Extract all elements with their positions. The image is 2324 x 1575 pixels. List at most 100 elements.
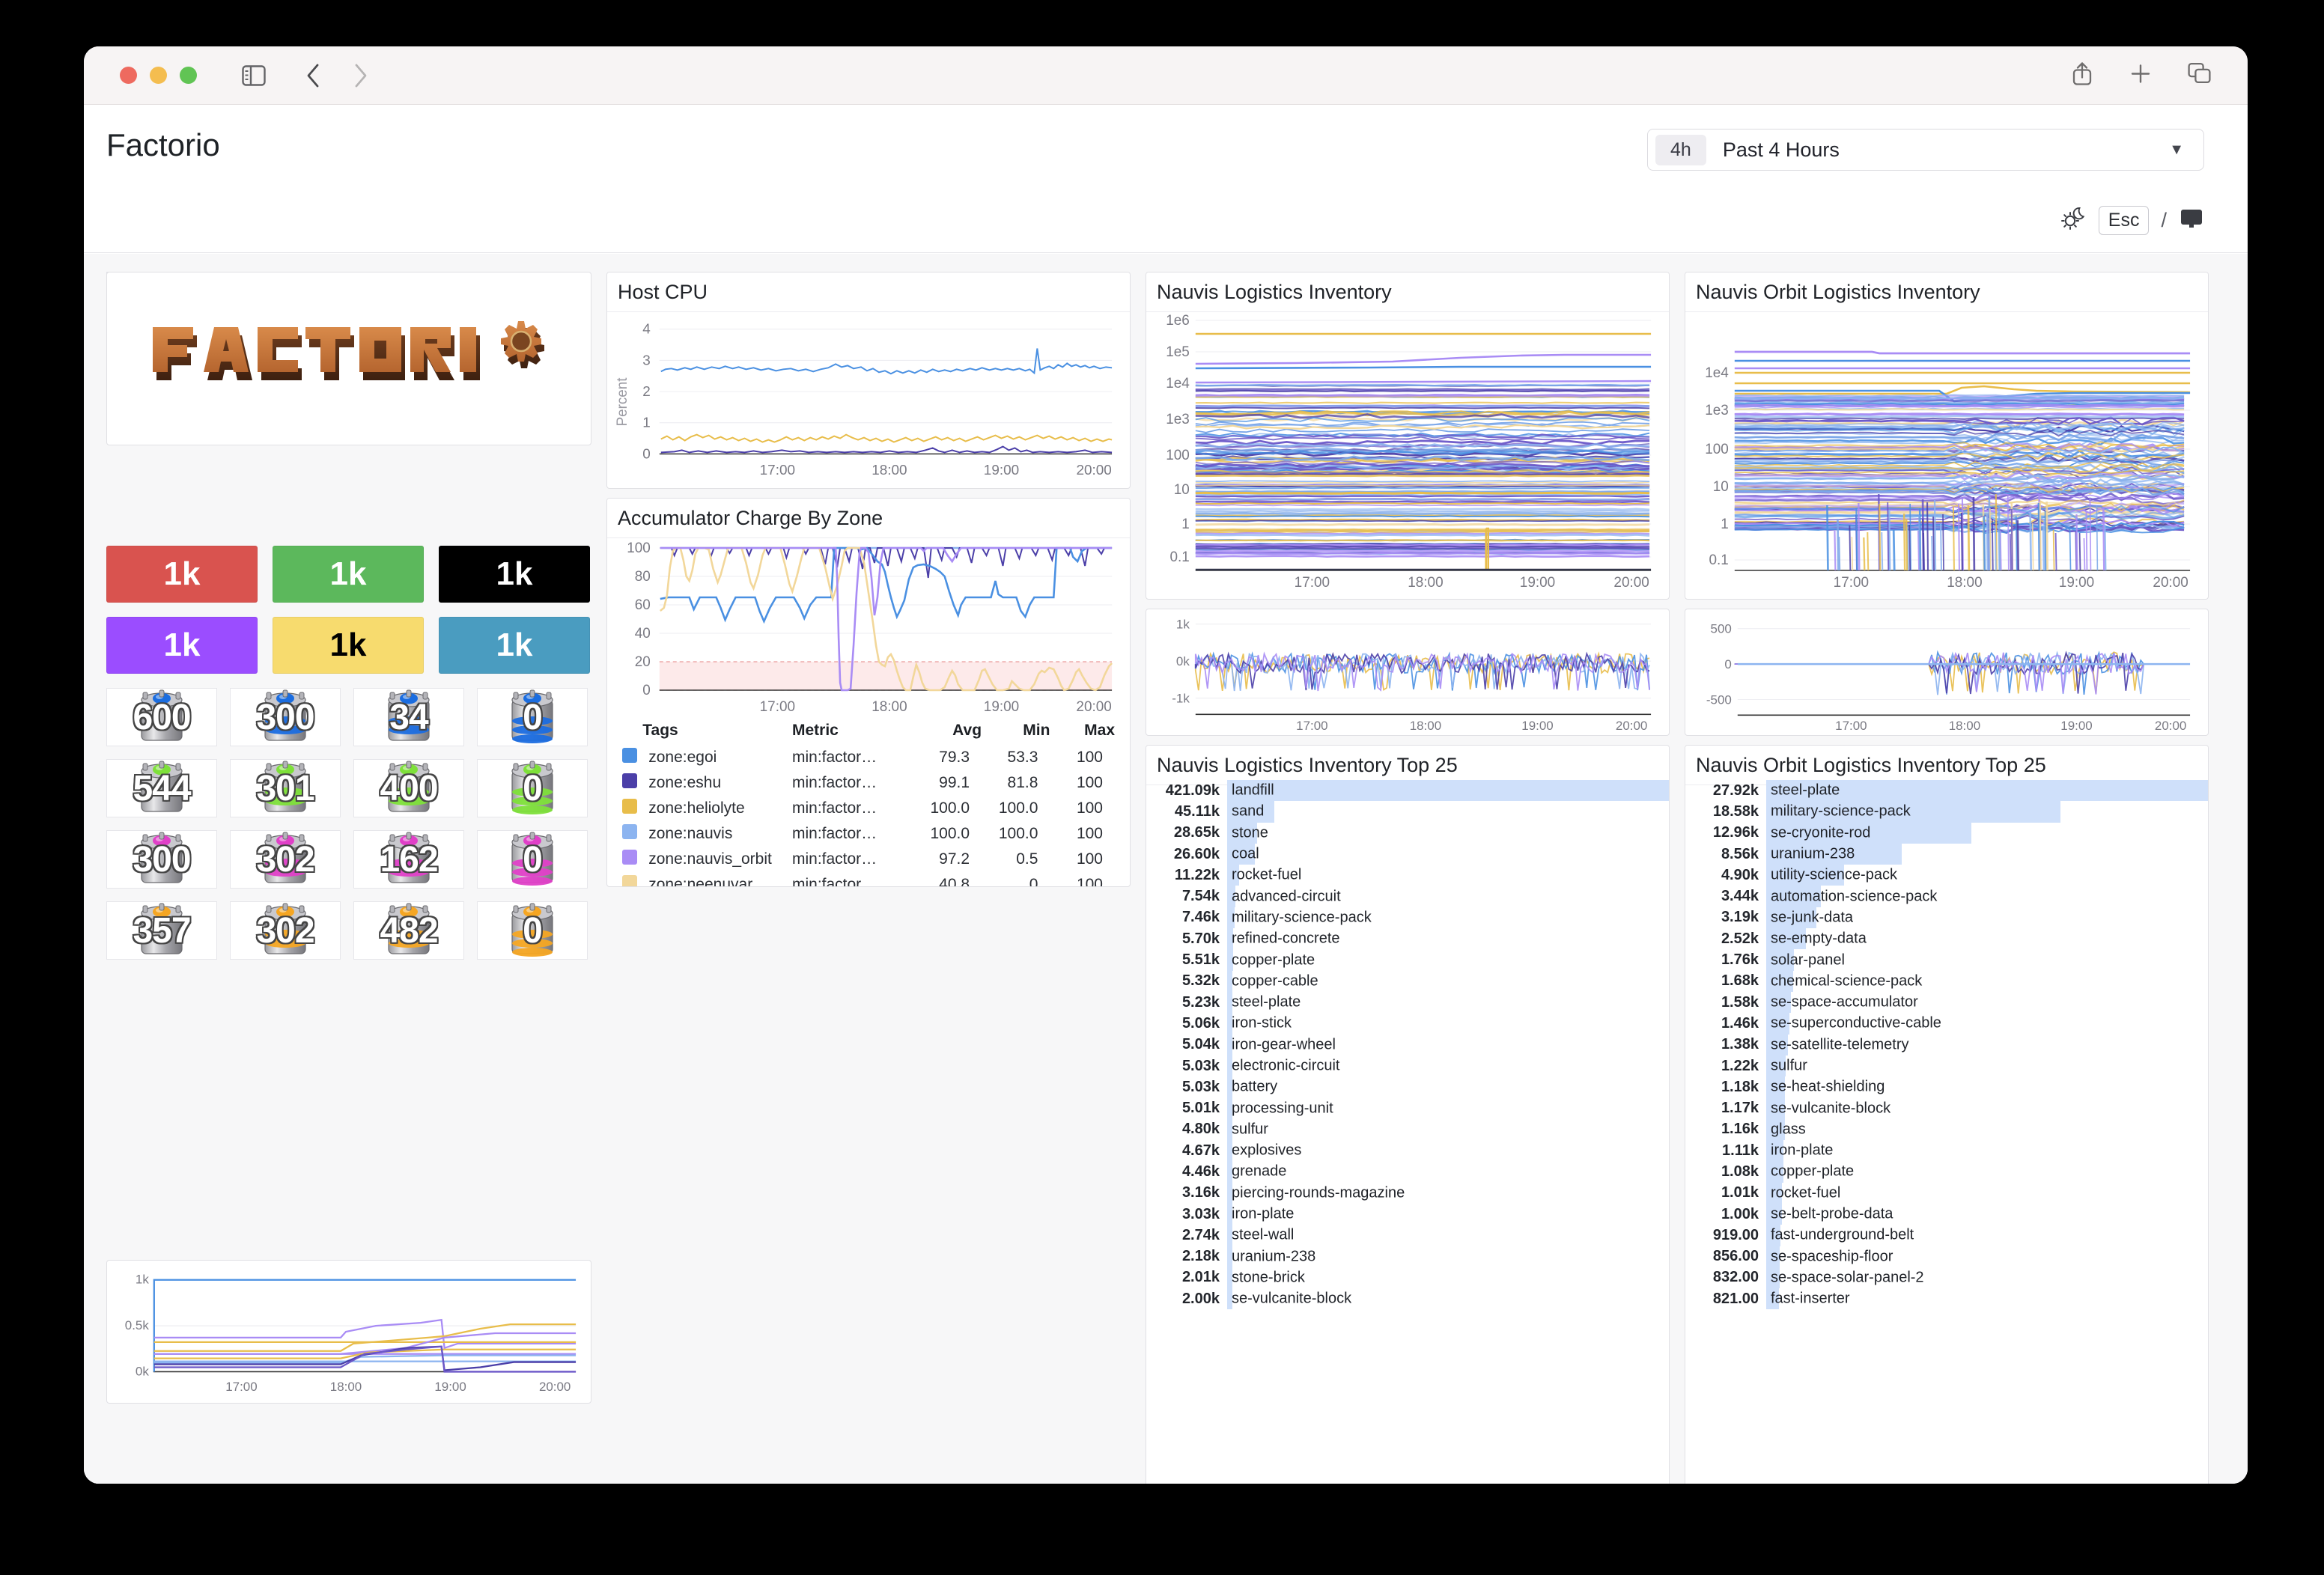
- sidebar-toggle-icon[interactable]: [242, 65, 266, 86]
- list-item[interactable]: 4.46kgrenade: [1146, 1161, 1669, 1182]
- list-item[interactable]: 1.16kglass: [1685, 1119, 2208, 1140]
- list-item[interactable]: 2.74ksteel-wall: [1146, 1225, 1669, 1246]
- widget-host-cpu[interactable]: Host CPU 4 3: [606, 272, 1131, 489]
- list-item[interactable]: 7.46kmilitary-science-pack: [1146, 907, 1669, 928]
- tile-black[interactable]: 1k: [439, 546, 590, 603]
- legend-row[interactable]: zone:eshumin:factor…99.181.8100: [622, 770, 1115, 796]
- minimize-window-button[interactable]: [150, 67, 167, 84]
- widget-nauvis-top25[interactable]: Nauvis Logistics Inventory Top 25 421.09…: [1146, 745, 1670, 1484]
- chevron-down-icon[interactable]: ▼: [2169, 141, 2184, 159]
- barrel-indicator[interactable]: 544: [106, 759, 217, 817]
- tile-yellow[interactable]: 1k: [273, 617, 424, 674]
- fullscreen-display-icon[interactable]: [2179, 207, 2204, 234]
- widget-science-chest-contents[interactable]: 1k 0.5k 0k 17:00 18:00 19:00 20:00: [106, 1260, 591, 1404]
- widget-factorio-logo[interactable]: [106, 272, 591, 445]
- legend-row[interactable]: zone:nauvismin:factor…100.0100.0100: [622, 821, 1115, 847]
- legend-row[interactable]: zone:neenuvarmin:factor…40.80100: [622, 872, 1115, 887]
- widget-nauvis-logistics-inventory[interactable]: Nauvis Logistics Inventory: [1146, 272, 1670, 600]
- maximize-window-button[interactable]: [180, 67, 197, 84]
- list-item[interactable]: 28.65kstone: [1146, 823, 1669, 844]
- list-item[interactable]: 3.16kpiercing-rounds-magazine: [1146, 1183, 1669, 1204]
- list-item[interactable]: 5.70krefined-concrete: [1146, 928, 1669, 949]
- list-item[interactable]: 2.52kse-empty-data: [1685, 928, 2208, 949]
- forward-icon[interactable]: [353, 63, 369, 88]
- barrel-indicator[interactable]: 302: [230, 901, 341, 960]
- list-item[interactable]: 12.96kse-cryonite-rod: [1685, 823, 2208, 844]
- list-item[interactable]: 4.67kexplosives: [1146, 1140, 1669, 1161]
- list-item[interactable]: 1.68kchemical-science-pack: [1685, 971, 2208, 992]
- widget-nauvis-orbit-logistics-inventory[interactable]: Nauvis Orbit Logistics Inventory: [1685, 272, 2209, 600]
- theme-toggle-icon[interactable]: [2058, 204, 2087, 237]
- list-item[interactable]: 4.90kutility-science-pack: [1685, 865, 2208, 886]
- list-item[interactable]: 1.76ksolar-panel: [1685, 949, 2208, 970]
- list-item[interactable]: 2.01kstone-brick: [1146, 1267, 1669, 1288]
- tile-purple[interactable]: 1k: [106, 617, 258, 674]
- list-item[interactable]: 45.11ksand: [1146, 801, 1669, 822]
- list-item[interactable]: 1.18kse-heat-shielding: [1685, 1076, 2208, 1097]
- list-item[interactable]: 1.00kse-belt-probe-data: [1685, 1204, 2208, 1225]
- list-item[interactable]: 4.80ksulfur: [1146, 1119, 1669, 1140]
- tile-blue[interactable]: 1k: [439, 617, 590, 674]
- list-item[interactable]: 7.54kadvanced-circuit: [1146, 886, 1669, 907]
- list-item[interactable]: 1.58kse-space-accumulator: [1685, 992, 2208, 1013]
- share-icon[interactable]: [2071, 61, 2093, 90]
- list-item[interactable]: 5.03kelectronic-circuit: [1146, 1055, 1669, 1076]
- list-item[interactable]: 1.01krocket-fuel: [1685, 1183, 2208, 1204]
- list-item[interactable]: 5.32kcopper-cable: [1146, 971, 1669, 992]
- list-item[interactable]: 5.03kbattery: [1146, 1076, 1669, 1097]
- list-item[interactable]: 5.04kiron-gear-wheel: [1146, 1035, 1669, 1055]
- list-item[interactable]: 1.11kiron-plate: [1685, 1140, 2208, 1161]
- list-item[interactable]: 856.00se-spaceship-floor: [1685, 1246, 2208, 1267]
- barrel-indicator[interactable]: 300: [106, 830, 217, 889]
- barrel-indicator[interactable]: 162: [353, 830, 464, 889]
- time-range-picker[interactable]: 4h Past 4 Hours ▼: [1647, 129, 2204, 171]
- list-item[interactable]: 3.03kiron-plate: [1146, 1204, 1669, 1225]
- tile-green[interactable]: 1k: [273, 546, 424, 603]
- list-item[interactable]: 5.23ksteel-plate: [1146, 992, 1669, 1013]
- list-item[interactable]: 2.00kse-vulcanite-block: [1146, 1288, 1669, 1309]
- barrel-indicator[interactable]: 0: [477, 759, 588, 817]
- list-item[interactable]: 8.56kuranium-238: [1685, 844, 2208, 865]
- widget-nauvis-orbit-top25[interactable]: Nauvis Orbit Logistics Inventory Top 25 …: [1685, 745, 2209, 1484]
- list-item[interactable]: 1.38kse-satellite-telemetry: [1685, 1035, 2208, 1055]
- list-item[interactable]: 27.92ksteel-plate: [1685, 780, 2208, 801]
- list-item[interactable]: 1.17kse-vulcanite-block: [1685, 1097, 2208, 1118]
- list-item[interactable]: 832.00se-space-solar-panel-2: [1685, 1267, 2208, 1288]
- list-item[interactable]: 3.19kse-junk-data: [1685, 907, 2208, 928]
- barrel-indicator[interactable]: 357: [106, 901, 217, 960]
- list-item[interactable]: 11.22krocket-fuel: [1146, 865, 1669, 886]
- barrel-indicator[interactable]: 0: [477, 901, 588, 960]
- widget-accumulator-charge[interactable]: Accumulator Charge By Zone: [606, 498, 1131, 887]
- legend-row[interactable]: zone:egoimin:factor…79.353.3100: [622, 745, 1115, 770]
- new-tab-icon[interactable]: [2129, 62, 2152, 88]
- esc-key-badge[interactable]: Esc: [2099, 206, 2150, 235]
- list-item[interactable]: 1.22ksulfur: [1685, 1055, 2208, 1076]
- list-item[interactable]: 919.00fast-underground-belt: [1685, 1225, 2208, 1246]
- list-item[interactable]: 5.01kprocessing-unit: [1146, 1097, 1669, 1118]
- list-item[interactable]: 421.09klandfill: [1146, 780, 1669, 801]
- barrel-indicator[interactable]: 482: [353, 901, 464, 960]
- tile-red[interactable]: 1k: [106, 546, 258, 603]
- list-item[interactable]: 18.58kmilitary-science-pack: [1685, 801, 2208, 822]
- list-item[interactable]: 5.06kiron-stick: [1146, 1013, 1669, 1034]
- legend-row[interactable]: zone:heliolytemin:factor…100.0100.0100: [622, 796, 1115, 821]
- list-item[interactable]: 3.44kautomation-science-pack: [1685, 886, 2208, 907]
- barrel-indicator[interactable]: 302: [230, 830, 341, 889]
- list-item[interactable]: 1.08kcopper-plate: [1685, 1161, 2208, 1182]
- list-item[interactable]: 821.00fast-inserter: [1685, 1288, 2208, 1309]
- tab-overview-icon[interactable]: [2188, 62, 2212, 88]
- list-item[interactable]: 1.46kse-superconductive-cable: [1685, 1013, 2208, 1034]
- list-item[interactable]: 26.60kcoal: [1146, 844, 1669, 865]
- barrel-indicator[interactable]: 34: [353, 688, 464, 746]
- back-icon[interactable]: [305, 63, 321, 88]
- barrel-indicator[interactable]: 600: [106, 688, 217, 746]
- barrel-indicator[interactable]: 0: [477, 688, 588, 746]
- list-item[interactable]: 5.51kcopper-plate: [1146, 949, 1669, 970]
- widget-nauvis-logistics-delta[interactable]: 1k 0k -1k 17:00 18:00 19:00 20:00: [1146, 609, 1670, 736]
- close-window-button[interactable]: [120, 67, 137, 84]
- list-item[interactable]: 2.18kuranium-238: [1146, 1246, 1669, 1267]
- barrel-indicator[interactable]: 0: [477, 830, 588, 889]
- barrel-indicator[interactable]: 300: [230, 688, 341, 746]
- widget-nauvis-orbit-logistics-delta[interactable]: 500 0 -500 17:00 18:00 19:00 20:00: [1685, 609, 2209, 736]
- barrel-indicator[interactable]: 301: [230, 759, 341, 817]
